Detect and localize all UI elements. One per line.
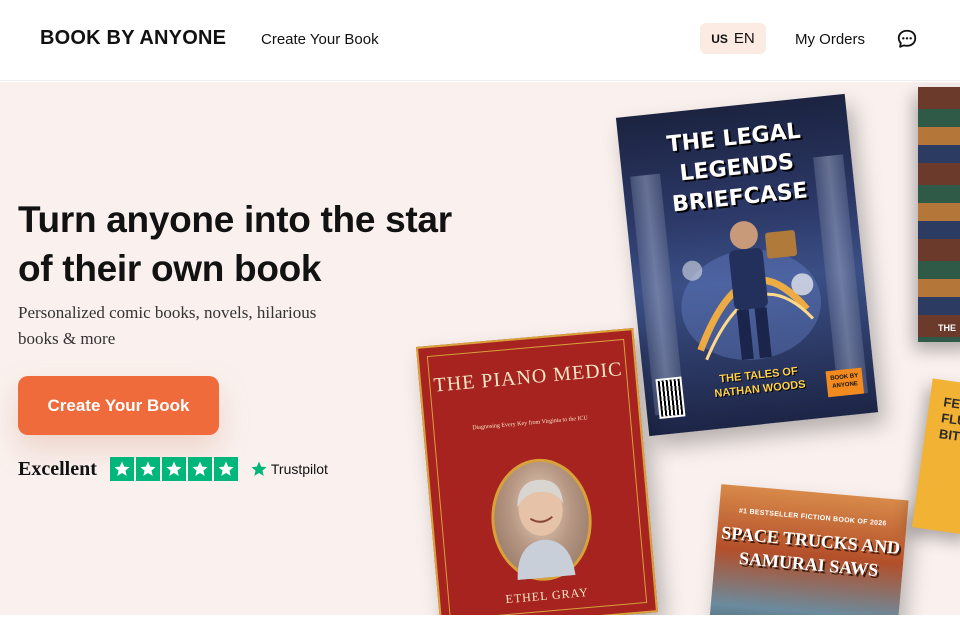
hero-section: THE THE LEGAL LEGENDS BRIEFCASE THE TALE… (0, 82, 960, 615)
stack-label: THE (938, 323, 956, 333)
trustpilot-logo: Trustpilot (250, 460, 328, 478)
star-icon (135, 457, 160, 481)
book-title-partial: FEL FLU BIT (938, 394, 960, 444)
publisher-badge: BOOK BY ANYONE (825, 367, 865, 398)
hero-subheadline: Personalized comic books, novels, hilari… (18, 303, 317, 348)
author-portrait-image (486, 454, 597, 585)
site-logo[interactable]: BOOK BY ANYONE (40, 27, 226, 50)
star-icon (161, 457, 186, 481)
create-your-book-button[interactable]: Create Your Book (18, 376, 219, 435)
book-cover-legal-legends[interactable]: THE LEGAL LEGENDS BRIEFCASE THE TALES OF… (615, 93, 879, 437)
trustpilot-name: Trustpilot (270, 461, 328, 477)
trustpilot-rating[interactable]: Excellent Trustpilot (18, 457, 328, 481)
top-navigation-bar: BOOK BY ANYONE Create Your Book US EN My… (0, 0, 960, 81)
trustpilot-star-icon (251, 461, 267, 476)
hero-headline: Turn anyone into the star of their own b… (18, 199, 452, 289)
star-icon (109, 457, 134, 481)
book-cover-piano-medic[interactable]: THE PIANO MEDIC Diagnosing Every Key fro… (415, 328, 659, 615)
rating-stars (109, 457, 238, 481)
book-title: SPACE TRUCKS AND SAMURAI SAWS (720, 522, 902, 581)
star-icon (213, 457, 238, 481)
country-code: US (711, 31, 728, 46)
book-cover-space-trucks[interactable]: #1 BESTSELLER FICTION BOOK OF 2026 SPACE… (707, 484, 909, 615)
star-icon (187, 457, 212, 481)
language-selector[interactable]: US EN (700, 23, 766, 54)
book-stack-image[interactable]: THE (918, 87, 960, 342)
rating-label: Excellent (18, 457, 97, 480)
chat-bubble-icon[interactable] (896, 28, 918, 50)
book-cover-yellow[interactable]: FEL FLU BIT (911, 378, 960, 536)
barcode-icon (655, 376, 686, 419)
nav-create-your-book-link[interactable]: Create Your Book (261, 31, 379, 48)
my-orders-link[interactable]: My Orders (795, 31, 865, 48)
language-code: EN (733, 30, 755, 47)
